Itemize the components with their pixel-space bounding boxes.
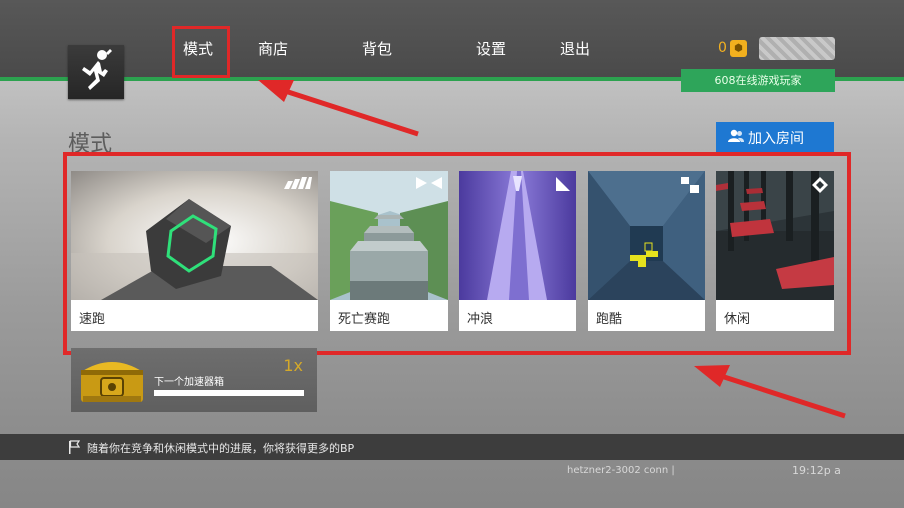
nav-shop[interactable]: 商店 [258, 38, 288, 59]
deathrun-thumbnail [330, 171, 448, 300]
footer-bar: 随着你在竞争和休闲模式中的进展，你将获得更多的BP [0, 434, 904, 460]
mode-card-parkour[interactable]: 跑酷 [588, 171, 705, 331]
join-room-label: 加入房间 [748, 131, 804, 147]
diamond-icon [812, 177, 828, 193]
bars-icon [284, 177, 312, 189]
coin-icon: ⬢ [730, 40, 747, 57]
server-info: hetzner2-3002 conn | [567, 465, 675, 476]
player-name-box[interactable] [759, 37, 835, 60]
chest-icon [81, 362, 143, 402]
booster-progress-bar [154, 390, 304, 396]
nav-settings[interactable]: 设置 [476, 38, 506, 59]
arrow-to-nav [281, 87, 419, 137]
arrow-head-modes [694, 365, 730, 387]
join-room-button[interactable]: 加入房间 [716, 122, 834, 156]
arrow-head-nav [258, 80, 294, 102]
arrow-to-modes [717, 372, 846, 419]
speedrun-thumbnail [71, 171, 318, 300]
mode-label: 死亡赛跑 [338, 312, 391, 327]
mode-card-surf[interactable]: 冲浪 [459, 171, 576, 331]
mode-card-deathrun[interactable]: 死亡赛跑 [330, 171, 448, 331]
triangle-icon [556, 177, 570, 191]
mode-label: 跑酷 [596, 312, 623, 327]
clock: 19:12p a [792, 464, 841, 477]
booster-count: 1x [283, 356, 303, 375]
booster-label: 下一个加速器箱 [154, 377, 224, 388]
game-logo [68, 45, 124, 99]
mode-label: 速跑 [79, 312, 106, 327]
squares-icon [681, 177, 699, 193]
flag-icon [69, 440, 80, 454]
coin-count: 0 [718, 40, 727, 56]
mode-label: 冲浪 [467, 312, 494, 327]
mode-label: 休闲 [724, 312, 751, 327]
casual-thumbnail [716, 171, 834, 300]
nav-exit[interactable]: 退出 [560, 38, 590, 59]
parkour-thumbnail [588, 171, 705, 300]
mode-card-speedrun[interactable]: 速跑 [71, 171, 318, 331]
bowtie-icon [416, 177, 442, 189]
booster-chest-panel[interactable]: 1x 下一个加速器箱 [71, 348, 317, 412]
surf-thumbnail [459, 171, 576, 300]
footer-message: 随着你在竞争和休闲模式中的进展，你将获得更多的BP [87, 442, 355, 455]
mode-card-casual[interactable]: 休闲 [716, 171, 834, 331]
nav-backpack[interactable]: 背包 [362, 38, 392, 59]
runner-icon [82, 49, 112, 90]
online-players: 608在线游戏玩家 [681, 69, 835, 92]
users-icon [728, 122, 744, 156]
highlight-box-nav [172, 26, 230, 78]
